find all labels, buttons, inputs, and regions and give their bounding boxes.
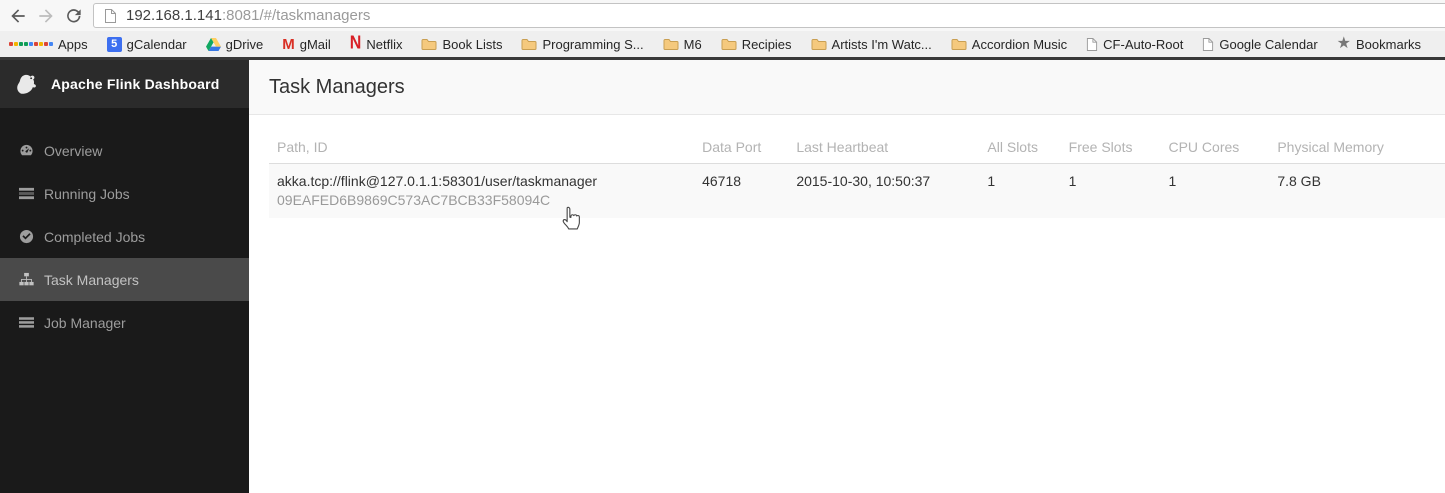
tasks-icon	[19, 187, 34, 200]
bookmarks-bar: Apps 5 gCalendar gDrive M gMail N Netfli…	[0, 31, 1445, 60]
gauge-icon	[20, 144, 33, 156]
bookmark-m6[interactable]: M6	[663, 37, 702, 52]
bookmark-recipies[interactable]: Recipies	[721, 37, 792, 52]
browser-toolbar: 192.168.1.141:8081/#/taskmanagers	[0, 0, 1445, 31]
bookmark-label: gCalendar	[126, 36, 187, 52]
bookmark-gdrive[interactable]: gDrive	[205, 36, 264, 52]
col-all-slots: All Slots	[979, 131, 1061, 164]
folder-icon	[721, 38, 737, 51]
calendar-5-icon: 5	[106, 36, 122, 52]
bookmark-programming[interactable]: Programming S...	[521, 36, 644, 52]
bookmark-netflix[interactable]: N Netflix	[349, 33, 403, 54]
bookmark-label: Book Lists	[442, 36, 503, 52]
sidebar-item-running-jobs[interactable]: Running Jobs	[0, 172, 249, 215]
table-header-row: Path, ID Data Port Last Heartbeat All Sl…	[269, 131, 1445, 164]
bookmark-accordion[interactable]: Accordion Music	[951, 37, 1067, 52]
cell-all-slots: 1	[979, 163, 1061, 218]
sidebar-item-label: Job Manager	[44, 314, 126, 331]
apps-grid-icon	[9, 42, 53, 46]
col-free-slots: Free Slots	[1060, 131, 1161, 164]
address-bar[interactable]: 192.168.1.141:8081/#/taskmanagers	[93, 3, 1445, 28]
bookmark-label: Google Calendar	[1219, 36, 1318, 52]
sidebar-item-overview[interactable]: Overview	[0, 129, 249, 172]
bookmark-label: CF-Auto-Root	[1103, 36, 1184, 52]
google-drive-icon	[205, 37, 221, 51]
back-arrow-icon[interactable]	[5, 3, 31, 29]
sidebar-item-label: Overview	[44, 142, 103, 159]
url-path: :8081/#/taskmanagers	[221, 7, 371, 24]
bookmark-google-calendar[interactable]: Google Calendar	[1202, 36, 1318, 52]
taskmanagers-table: Path, ID Data Port Last Heartbeat All Sl…	[269, 131, 1445, 218]
bookmark-label: Accordion Music	[971, 36, 1068, 52]
url-host: 192.168.1.141	[126, 7, 222, 24]
cell-last-heartbeat: 2015-10-30, 10:50:37	[788, 163, 980, 218]
cell-cpu-cores: 1	[1160, 163, 1270, 218]
sidebar-item-task-managers[interactable]: Task Managers	[0, 258, 249, 301]
star-icon: ★	[1336, 35, 1351, 52]
flink-dashboard-page: Apache Flink Dashboard Overview Running …	[0, 60, 1445, 493]
bookmark-label: Bookmarks	[1356, 36, 1422, 52]
sidebar-header: Apache Flink Dashboard	[0, 60, 249, 108]
bookmark-label: gMail	[299, 36, 331, 52]
page-icon	[1086, 37, 1098, 52]
cell-data-port: 46718	[694, 163, 789, 218]
bookmark-label: Programming S...	[542, 36, 644, 52]
table-row[interactable]: akka.tcp://flink@127.0.1.1:58301/user/ta…	[269, 163, 1445, 218]
flink-logo-icon	[17, 74, 36, 94]
bookmark-gmail[interactable]: M gMail	[282, 36, 331, 53]
taskmanager-path[interactable]: akka.tcp://flink@127.0.1.1:58301/user/ta…	[277, 172, 686, 191]
gmail-icon: M	[282, 35, 295, 53]
folder-icon	[811, 38, 827, 51]
cell-free-slots: 1	[1060, 163, 1161, 218]
bookmark-gcalendar[interactable]: 5 gCalendar	[106, 36, 187, 52]
page-icon	[1202, 37, 1214, 52]
sidebar-item-label: Completed Jobs	[44, 228, 146, 245]
folder-icon	[663, 38, 679, 51]
page-icon	[105, 8, 116, 23]
folder-icon	[521, 38, 537, 51]
bookmark-apps[interactable]: Apps	[9, 37, 88, 52]
sidebar-item-completed-jobs[interactable]: Completed Jobs	[0, 215, 249, 258]
col-last-heartbeat: Last Heartbeat	[788, 131, 980, 164]
content-area: Path, ID Data Port Last Heartbeat All Sl…	[249, 115, 1445, 218]
col-cpu-cores: CPU Cores	[1160, 131, 1270, 164]
sidebar-nav: Overview Running Jobs Completed Jobs Tas…	[0, 108, 249, 344]
sidebar: Apache Flink Dashboard Overview Running …	[0, 60, 249, 493]
folder-icon	[951, 38, 967, 51]
bookmark-label: Netflix	[366, 36, 403, 52]
check-circle-icon	[19, 229, 34, 244]
netflix-icon: N	[349, 33, 362, 54]
col-path-id: Path, ID	[269, 131, 695, 164]
col-data-port: Data Port	[694, 131, 789, 164]
bookmark-label: Recipies	[741, 36, 792, 52]
sitemap-icon	[19, 272, 34, 286]
sidebar-item-label: Task Managers	[44, 271, 139, 288]
bookmark-label: Artists I'm Watc...	[831, 36, 932, 52]
bookmark-bookmarks-folder[interactable]: ★ Bookmarks	[1337, 36, 1421, 52]
main-area: Task Managers Path, ID Data Port Last He…	[249, 60, 1445, 493]
sidebar-item-label: Running Jobs	[44, 185, 130, 202]
taskmanager-id: 09EAFED6B9869C573AC7BCB33F58094C	[277, 192, 551, 208]
cell-physical-memory: 7.8 GB	[1269, 163, 1445, 218]
page-title: Task Managers	[269, 75, 405, 98]
sidebar-item-job-manager[interactable]: Job Manager	[0, 301, 249, 344]
app-title: Apache Flink Dashboard	[51, 76, 220, 92]
bookmark-artists[interactable]: Artists I'm Watc...	[811, 37, 932, 52]
bookmark-book-lists[interactable]: Book Lists	[421, 37, 502, 52]
bookmark-label: Apps	[58, 36, 88, 52]
page-titlebar: Task Managers	[249, 60, 1445, 115]
folder-icon	[421, 38, 437, 51]
bookmark-label: M6	[683, 36, 702, 52]
col-physical-memory: Physical Memory	[1269, 131, 1445, 164]
bookmark-label: gDrive	[225, 36, 264, 52]
list-icon	[19, 317, 34, 328]
bookmark-cf-auto-root[interactable]: CF-Auto-Root	[1086, 37, 1183, 52]
forward-arrow-icon[interactable]	[33, 3, 59, 29]
reload-icon[interactable]	[61, 3, 87, 29]
cell-path-id[interactable]: akka.tcp://flink@127.0.1.1:58301/user/ta…	[269, 163, 695, 218]
